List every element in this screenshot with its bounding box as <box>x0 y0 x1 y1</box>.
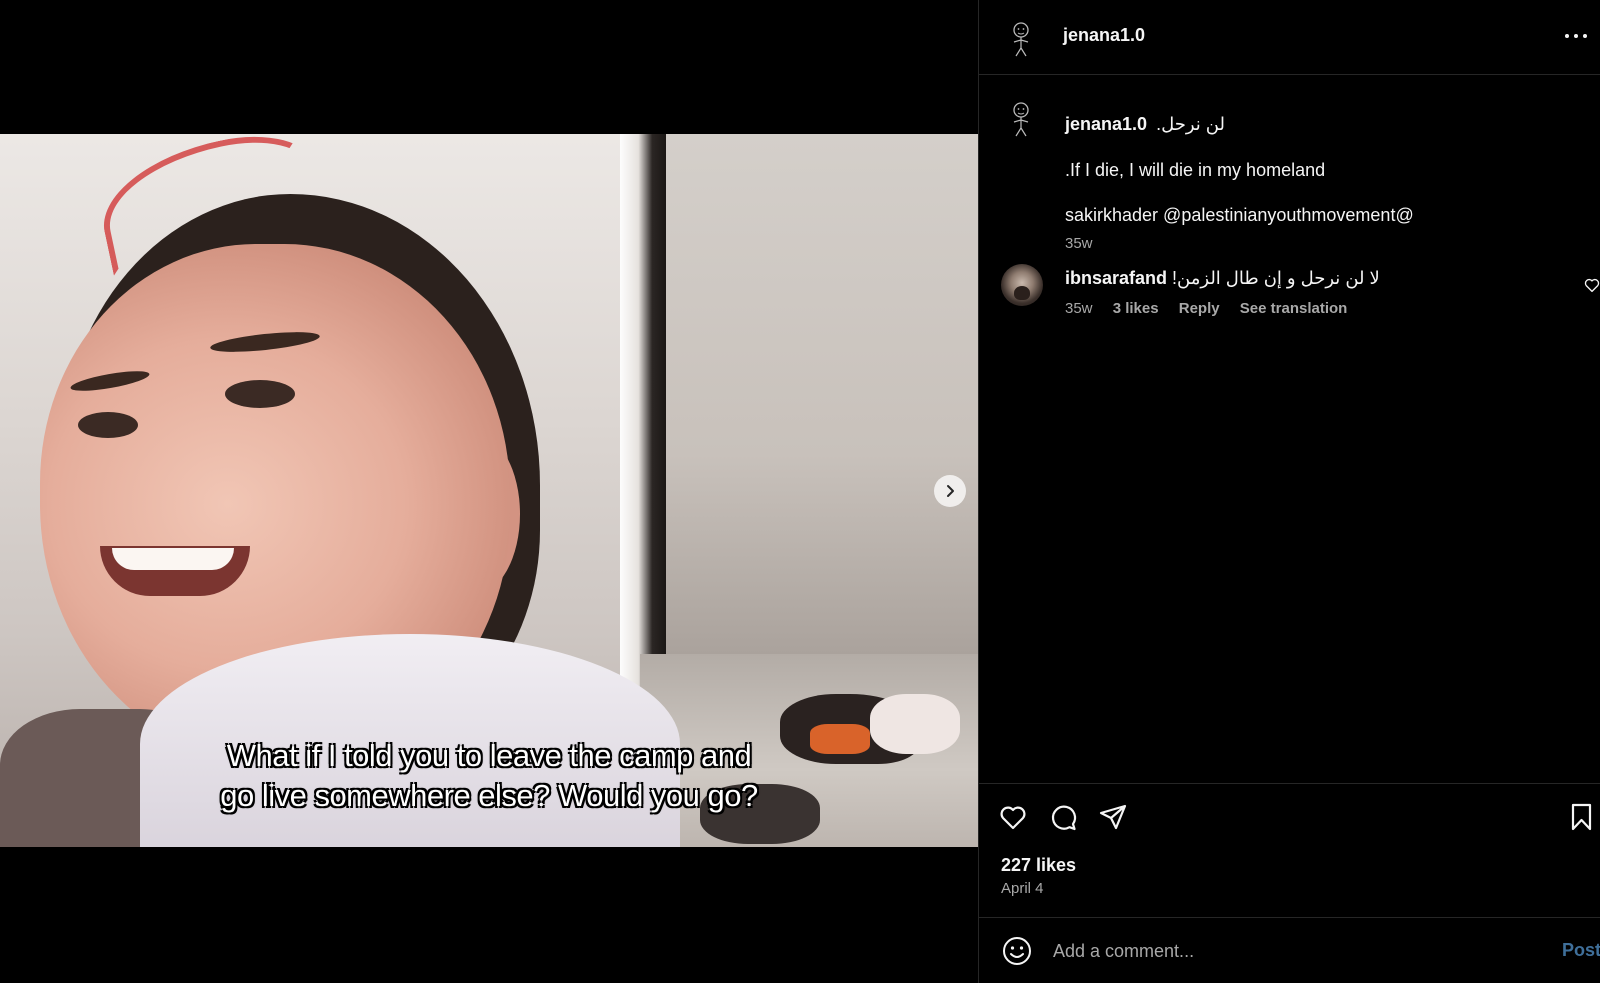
comment-likes[interactable]: 3 likes <box>1113 300 1159 317</box>
caption-text: .If I die, I will die in my homeland <box>1065 160 1326 180</box>
post-header: jenana1.0 <box>979 0 1600 75</box>
commenter-username[interactable]: ibnsarafand <box>1065 268 1167 288</box>
video-frame[interactable]: What if I told you to leave the camp and… <box>0 134 978 847</box>
comment-timestamp[interactable]: 35w <box>1065 300 1093 317</box>
post-panel: jenana1.0 jenana1.0 لن نرحل. .If I die, … <box>978 0 1600 983</box>
bookmark-icon[interactable] <box>1565 801 1597 833</box>
post-media: What if I told you to leave the camp and… <box>0 0 978 983</box>
dot <box>1583 34 1587 38</box>
comments-section[interactable]: jenana1.0 لن نرحل. .If I die, I will die… <box>979 76 1600 782</box>
author-avatar[interactable] <box>1001 18 1041 58</box>
author-username[interactable]: jenana1.0 <box>1063 25 1145 46</box>
comment-meta: 35w 3 likes Reply See translation <box>1065 300 1363 317</box>
video-subtitle: What if I told you to leave the camp and… <box>0 736 978 816</box>
heart-icon[interactable] <box>1583 276 1600 294</box>
chevron-right-icon <box>947 485 954 497</box>
caption-mentions[interactable]: sakirkhader @palestinianyouthmovement@ <box>1065 205 1414 226</box>
comment-icon[interactable] <box>1047 801 1079 833</box>
comment-body: ibnsarafand لا لن نرحل و إن طال الزمن! <box>1065 268 1380 289</box>
more-options-button[interactable] <box>1561 24 1591 48</box>
post-comment-button[interactable]: Post <box>1562 940 1600 961</box>
caption-text: لن نرحل. <box>1156 114 1225 134</box>
commenter-avatar[interactable] <box>1001 264 1043 306</box>
caption-timestamp[interactable]: 35w <box>1065 235 1093 252</box>
subtitle-line: What if I told you to leave the camp and <box>226 738 752 773</box>
post-actions: 227 likes April 4 <box>979 783 1600 917</box>
heart-icon[interactable] <box>997 801 1029 833</box>
girl-teeth <box>112 548 234 570</box>
share-icon[interactable] <box>1097 801 1129 833</box>
caption-username[interactable]: jenana1.0 <box>1065 114 1147 134</box>
comment-text: لا لن نرحل و إن طال الزمن! <box>1172 268 1380 288</box>
reply-button[interactable]: Reply <box>1179 300 1220 317</box>
emoji-icon[interactable] <box>1001 935 1033 967</box>
comment-composer: Post <box>979 917 1600 983</box>
girl-eye <box>225 380 295 408</box>
comment-input[interactable] <box>1053 934 1523 968</box>
post-date[interactable]: April 4 <box>1001 880 1044 897</box>
caption-first-line: jenana1.0 لن نرحل. <box>1065 114 1225 135</box>
caption-avatar[interactable] <box>1001 98 1041 138</box>
next-media-button[interactable] <box>934 475 966 507</box>
see-translation-button[interactable]: See translation <box>1240 300 1348 317</box>
girl-eye <box>78 412 138 438</box>
subtitle-line: go live somewhere else? Would you go? <box>220 778 758 813</box>
likes-count[interactable]: 227 likes <box>1001 855 1076 876</box>
more-horizontal-icon <box>1565 34 1569 38</box>
dot <box>1574 34 1578 38</box>
